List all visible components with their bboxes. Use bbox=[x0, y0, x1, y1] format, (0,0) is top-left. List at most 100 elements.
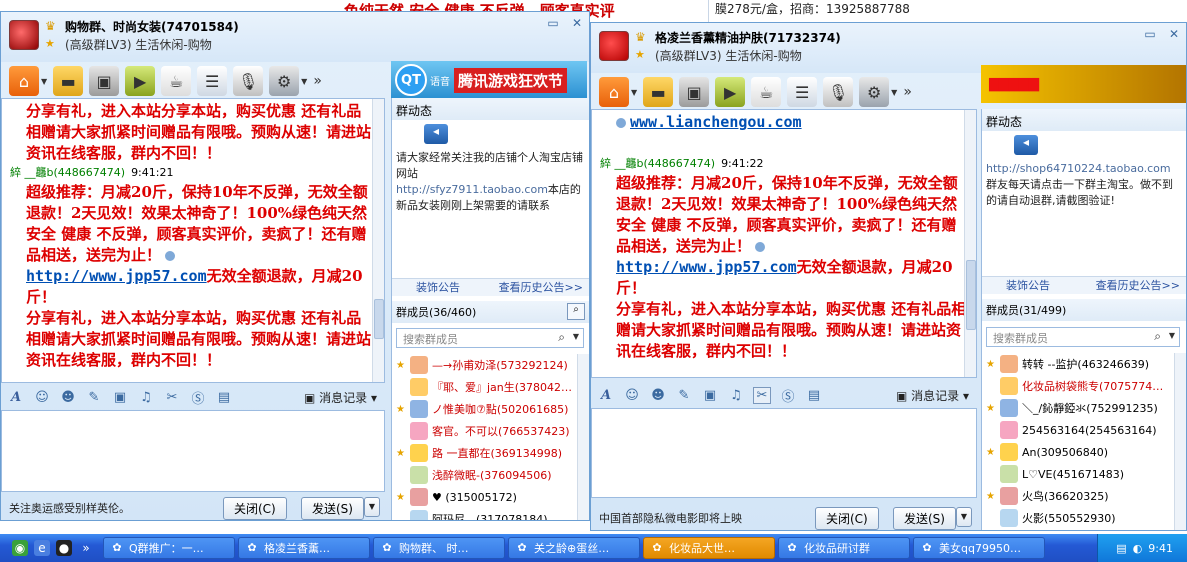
avatar[interactable] bbox=[1000, 399, 1018, 417]
close-button[interactable]: 关闭(C) bbox=[223, 497, 287, 520]
taskbar-item[interactable]: ✿ 关之龄⊕蛋丝… bbox=[508, 537, 640, 559]
avatar[interactable] bbox=[410, 356, 428, 374]
message-history-button[interactable]: ▣ 消息记录 ▾ bbox=[896, 387, 969, 404]
chevron-down-icon[interactable]: ▼ bbox=[891, 88, 897, 97]
chevron-right-icon[interactable]: » bbox=[78, 540, 94, 556]
group-avatar[interactable] bbox=[9, 20, 39, 50]
close-button[interactable]: 关闭(C) bbox=[815, 507, 879, 530]
avatar[interactable] bbox=[410, 400, 428, 418]
avatar[interactable] bbox=[1000, 465, 1018, 483]
avatar[interactable] bbox=[410, 488, 428, 506]
video-icon[interactable]: ▶ bbox=[715, 77, 746, 107]
avatar[interactable] bbox=[1000, 509, 1018, 527]
message-link[interactable]: http://www.jpp57.com bbox=[616, 258, 797, 276]
edit-icon[interactable]: ✎ bbox=[85, 390, 103, 405]
chat-bubble-icon[interactable]: ▤ bbox=[215, 390, 233, 405]
member-item[interactable]: L♡VE(451671483) bbox=[982, 463, 1186, 485]
message-link[interactable]: http://www.jpp57.com bbox=[26, 267, 207, 285]
folder-icon[interactable]: ▬ bbox=[53, 66, 84, 96]
chat-history[interactable]: www.lianchengou.com 綷 __龘b(448667474) 9:4… bbox=[591, 109, 977, 378]
gear-icon[interactable]: ⚙ bbox=[269, 66, 300, 96]
avatar[interactable] bbox=[410, 466, 428, 484]
message-link[interactable]: www.lianchengou.com bbox=[630, 113, 802, 131]
emoji-icon[interactable]: ☺ bbox=[33, 390, 51, 405]
start-orb-icon[interactable]: ◉ bbox=[12, 540, 28, 556]
avatar[interactable] bbox=[1000, 443, 1018, 461]
chevron-down-icon[interactable]: ▼ bbox=[41, 77, 47, 86]
message-input[interactable] bbox=[1, 410, 385, 492]
taskbar-item[interactable]: ✿ 格凌兰香薰… bbox=[238, 537, 370, 559]
member-search-input[interactable]: 搜索群成员 ⌕ ▼ bbox=[986, 327, 1180, 347]
ie-icon[interactable]: e bbox=[34, 540, 50, 556]
notice-icon[interactable]: ☰ bbox=[787, 77, 818, 107]
avatar[interactable] bbox=[410, 510, 428, 520]
taskbar-item[interactable]: ✿ 化妆品研讨群 bbox=[778, 537, 910, 559]
avatar[interactable] bbox=[1000, 421, 1018, 439]
music-icon[interactable]: ♫ bbox=[137, 390, 155, 405]
chevron-down-icon[interactable]: ▼ bbox=[631, 88, 637, 97]
magic-face-icon[interactable]: ☻ bbox=[59, 390, 77, 405]
font-icon[interactable]: A bbox=[7, 390, 25, 405]
member-search-input[interactable]: 搜索群成员 ⌕ ▼ bbox=[396, 328, 584, 348]
chevron-down-icon[interactable]: ▼ bbox=[573, 332, 579, 341]
chevron-down-icon[interactable]: ▼ bbox=[301, 77, 307, 86]
home-icon[interactable]: ⌂ bbox=[599, 77, 629, 107]
send-button[interactable]: 发送(S) bbox=[301, 497, 364, 520]
ad-banner[interactable]: QT 语音 腾讯游戏狂欢节 bbox=[391, 61, 587, 99]
mic-icon[interactable]: 🎙 bbox=[823, 77, 854, 107]
member-item[interactable]: ★ An(309506840) bbox=[982, 441, 1186, 463]
volume-icon[interactable]: ◐ bbox=[1133, 542, 1143, 555]
member-item[interactable]: ★ 转转 --监护(463246639) bbox=[982, 353, 1186, 375]
scroll-thumb[interactable] bbox=[966, 260, 976, 330]
taskbar-item[interactable]: ✿ 美女qq79950… bbox=[913, 537, 1045, 559]
gear-icon[interactable]: ⚙ bbox=[859, 77, 890, 107]
member-item[interactable]: ★ ♥ (315005172) bbox=[392, 486, 589, 508]
red-packet-icon[interactable]: Ⓢ bbox=[779, 386, 797, 405]
member-item[interactable]: 254563164(254563164) bbox=[982, 419, 1186, 441]
ad-banner[interactable]: ▇▇▇▇▇ bbox=[981, 65, 1186, 103]
member-item[interactable]: 火影(550552930) bbox=[982, 507, 1186, 529]
title-bar[interactable]: ♛ 购物群、时尚女装(74701584) ★ (高级群LV3) 生活休闲-购物 … bbox=[1, 12, 589, 62]
send-button[interactable]: 发送(S) bbox=[893, 507, 956, 530]
notice-url[interactable]: http://sfyz7911.taobao.com bbox=[396, 183, 548, 196]
minimize-icon[interactable]: ▭ bbox=[545, 16, 561, 30]
member-item[interactable]: ★ ノ惟美咖⑦點(502061685) bbox=[392, 398, 589, 420]
message-input[interactable] bbox=[591, 408, 977, 498]
decorate-notice-link[interactable]: 装饰公告 bbox=[1006, 277, 1050, 294]
group-avatar[interactable] bbox=[599, 31, 629, 61]
scrollbar[interactable] bbox=[372, 99, 384, 382]
scrollbar[interactable] bbox=[1174, 353, 1186, 530]
scrollbar[interactable] bbox=[577, 354, 589, 520]
chat-history[interactable]: 分享有礼，进入本站分享本站，购买优惠 还有礼品相赠请大家抓紧时间赠品有限哦。预购… bbox=[1, 98, 385, 383]
scrollbar[interactable] bbox=[964, 110, 976, 377]
member-item[interactable]: 客官。不可以(766537423) bbox=[392, 420, 589, 442]
member-item[interactable]: ★ 火鸟(36620325) bbox=[982, 485, 1186, 507]
chevron-down-icon[interactable]: ▼ bbox=[364, 497, 380, 517]
taskbar-item[interactable]: ✿ 化妆品大世… bbox=[643, 537, 775, 559]
member-item[interactable]: ★ —→孙甫劝泽(573292124) bbox=[392, 354, 589, 376]
network-icon[interactable]: ▤ bbox=[1116, 542, 1126, 555]
member-item[interactable]: 『耶、爱』jan生(378042… bbox=[392, 376, 589, 398]
more-icon[interactable]: » bbox=[903, 84, 912, 100]
search-icon[interactable]: ⌕ bbox=[567, 303, 585, 320]
font-icon[interactable]: A bbox=[597, 388, 615, 403]
chat-bubble-icon[interactable]: ▤ bbox=[805, 388, 823, 403]
history-notice-link[interactable]: 查看历史公告>> bbox=[499, 279, 583, 296]
close-icon[interactable]: ✕ bbox=[1166, 27, 1182, 41]
notice-icon[interactable]: ☰ bbox=[197, 66, 228, 96]
member-item[interactable]: ★ 路 一直都在(369134998) bbox=[392, 442, 589, 464]
emoji-icon[interactable]: ☺ bbox=[623, 388, 641, 403]
close-icon[interactable]: ✕ bbox=[569, 16, 585, 30]
scissors-icon[interactable]: ✂ bbox=[163, 390, 181, 405]
scroll-thumb[interactable] bbox=[374, 299, 384, 339]
image-icon[interactable]: ▣ bbox=[111, 390, 129, 405]
avatar[interactable] bbox=[410, 422, 428, 440]
chevron-down-icon[interactable]: ▼ bbox=[1169, 331, 1175, 340]
member-item[interactable]: 化妆品树袋熊专(7075774… bbox=[982, 375, 1186, 397]
avatar[interactable] bbox=[1000, 355, 1018, 373]
qq-icon[interactable]: ● bbox=[56, 540, 72, 556]
mic-icon[interactable]: 🎙 bbox=[233, 66, 264, 96]
album-icon[interactable]: ▣ bbox=[89, 66, 120, 96]
scissors-icon[interactable]: ✂ bbox=[753, 386, 771, 404]
member-item[interactable]: ★ ＼_/鈊靜錏氺(752991235) bbox=[982, 397, 1186, 419]
